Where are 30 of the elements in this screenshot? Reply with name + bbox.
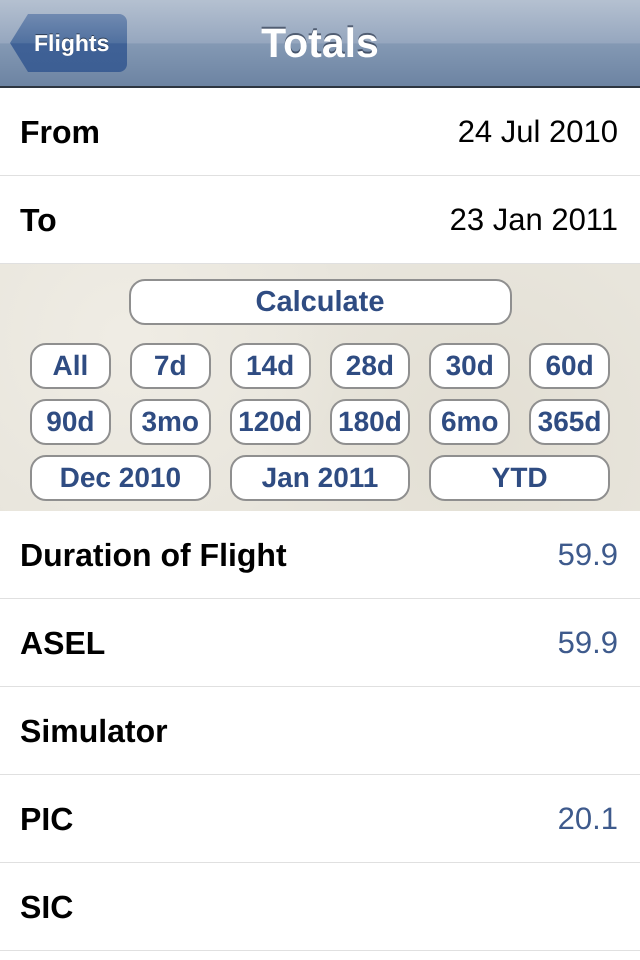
row-label: Duration of Flight [20, 538, 287, 570]
row-value: 59.9 [558, 627, 618, 658]
period-button[interactable]: 7d [130, 343, 211, 389]
row-label: Simulator [20, 714, 168, 746]
row-label: ASEL [20, 626, 106, 658]
row-value: 59.9 [558, 539, 618, 570]
period-button[interactable]: All [30, 343, 111, 389]
row-value: 23 Jan 2011 [450, 204, 618, 235]
period-button[interactable]: 180d [330, 399, 410, 445]
period-button[interactable]: 6mo [429, 399, 510, 445]
period-button[interactable]: 3mo [130, 399, 211, 445]
nav-title: Totals [261, 22, 379, 64]
period-button[interactable]: YTD [429, 455, 610, 501]
period-button[interactable]: Dec 2010 [30, 455, 211, 501]
period-button[interactable]: 60d [529, 343, 610, 389]
period-button[interactable]: 28d [330, 343, 410, 389]
calculate-button[interactable]: Calculate [128, 279, 512, 325]
row-label: From [20, 116, 100, 148]
row-label: SIC [20, 890, 74, 922]
row-value: 20.1 [558, 803, 618, 834]
period-button[interactable]: 365d [529, 399, 610, 445]
row-label: To [20, 204, 57, 236]
period-button[interactable]: 120d [230, 399, 310, 445]
back-button[interactable]: Flights [10, 14, 127, 72]
period-button[interactable]: Jan 2011 [230, 455, 410, 501]
row-value: 24 Jul 2010 [458, 116, 618, 147]
period-button[interactable]: 90d [30, 399, 111, 445]
period-button[interactable]: 14d [230, 343, 310, 389]
row-label: PIC [20, 802, 74, 834]
period-button[interactable]: 30d [429, 343, 510, 389]
